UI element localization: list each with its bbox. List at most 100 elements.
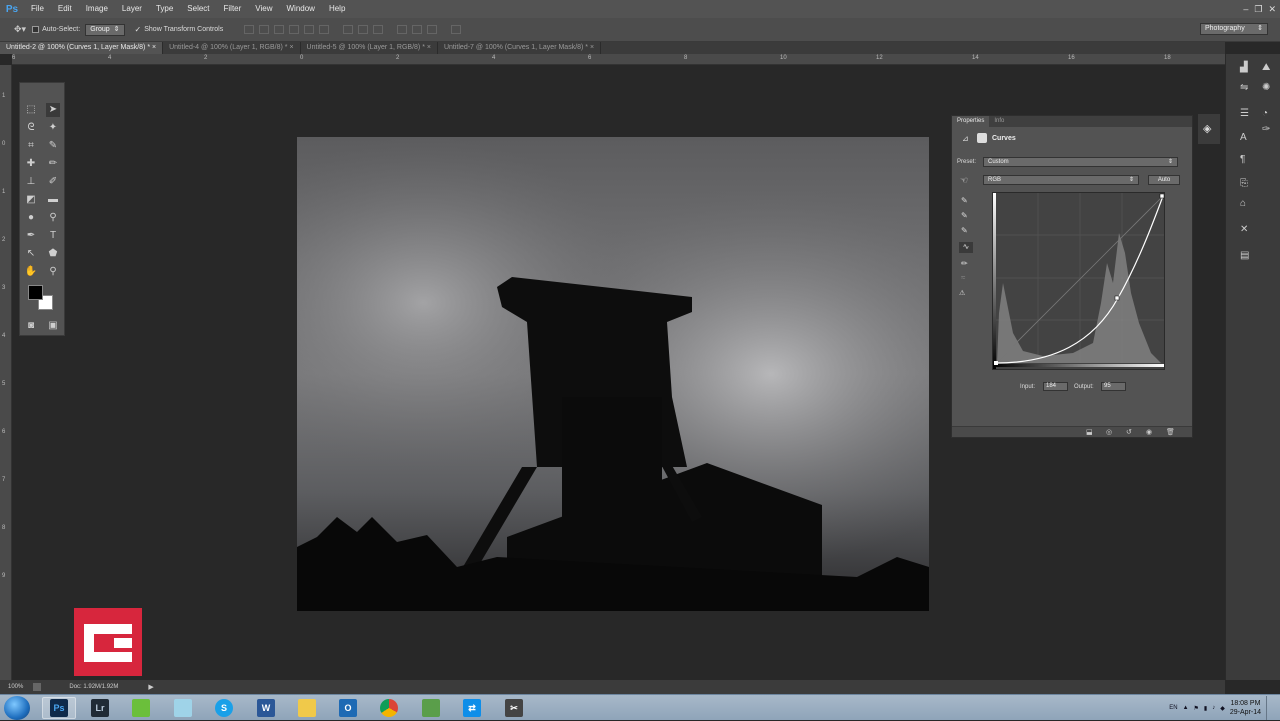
distribute-left-icon[interactable] — [397, 25, 408, 34]
paragraph-icon[interactable]: ¶ — [1240, 154, 1245, 165]
view-previous-icon[interactable]: ◎ — [1106, 428, 1112, 436]
align-right-icon[interactable] — [319, 25, 330, 34]
align-hcenter-icon[interactable] — [304, 25, 315, 34]
styles-icon[interactable]: ✺ — [1262, 82, 1270, 93]
pen-tool-icon[interactable]: ✒ — [24, 229, 38, 243]
distribute-top-icon[interactable] — [343, 25, 354, 34]
taskbar-evernote[interactable] — [124, 697, 158, 719]
targeted-adjustment-icon[interactable]: ☜ — [960, 175, 968, 186]
history-icon[interactable]: ☰ — [1240, 108, 1249, 119]
path-selection-icon[interactable]: ↖ — [24, 247, 38, 261]
menu-layer[interactable]: Layer — [115, 0, 149, 18]
windows-start-icon[interactable] — [4, 696, 30, 720]
screen-mode-icon[interactable]: ▣ — [46, 319, 60, 333]
black-point-eyedropper-icon[interactable]: ✎ — [961, 196, 968, 205]
brush-presets-icon[interactable]: ✑ — [1262, 124, 1270, 135]
auto-button[interactable]: Auto — [1148, 175, 1180, 185]
smooth-icon[interactable]: ≈ — [961, 273, 965, 282]
navigator-icon[interactable]: ⛰ — [1262, 62, 1270, 73]
tab-properties[interactable]: Properties — [952, 116, 990, 127]
close-icon[interactable]: × — [152, 44, 156, 51]
distribute-right-icon[interactable] — [427, 25, 438, 34]
shape-tool-icon[interactable]: ⬟ — [46, 247, 60, 261]
tray-dropbox-icon[interactable]: ◆ — [1220, 705, 1225, 712]
magic-wand-icon[interactable]: ✦ — [46, 121, 60, 135]
history-brush-icon[interactable]: ✐ — [46, 175, 60, 189]
channel-dropdown[interactable]: RGB ⇕ — [983, 175, 1139, 185]
hand-tool-icon[interactable]: ✋ — [24, 265, 38, 279]
vertical-ruler[interactable]: 1 0 1 2 3 4 5 6 7 8 9 — [0, 65, 12, 680]
adjustments-icon[interactable]: ⇋ — [1240, 82, 1248, 93]
tab-untitled-5[interactable]: Untitled-5 @ 100% (Layer 1, RGB/8) * × — [301, 42, 438, 54]
close-icon[interactable]: × — [590, 44, 594, 51]
close-icon[interactable]: × — [289, 44, 293, 51]
taskbar-app10[interactable] — [414, 697, 448, 719]
brush-tool-icon[interactable]: ✏ — [46, 157, 60, 171]
distribute-bottom-icon[interactable] — [373, 25, 384, 34]
taskbar-teamviewer[interactable]: ⇄ — [455, 697, 489, 719]
taskbar-word[interactable]: W — [249, 697, 283, 719]
close-icon[interactable]: × — [427, 44, 431, 51]
type-tool-icon[interactable]: T — [46, 229, 60, 243]
output-field[interactable]: 95 — [1101, 382, 1126, 391]
white-point-eyedropper-icon[interactable]: ✎ — [961, 226, 968, 235]
align-bottom-icon[interactable] — [274, 25, 285, 34]
healing-brush-icon[interactable]: ✚ — [24, 157, 38, 171]
marquee-tool-icon[interactable]: ⬚ — [24, 103, 38, 117]
align-top-icon[interactable] — [244, 25, 255, 34]
tab-untitled-4[interactable]: Untitled-4 @ 100% (Layer 1, RGB/8) * × — [163, 42, 301, 54]
tray-expand-icon[interactable]: ▲ — [1183, 705, 1189, 711]
taskbar-lightroom[interactable]: Lr — [83, 697, 117, 719]
curve-edit-points-icon[interactable]: ∿ — [959, 242, 973, 253]
pencil-draw-icon[interactable]: ✏ — [961, 259, 968, 268]
menu-window[interactable]: Window — [280, 0, 322, 18]
curves-graph[interactable] — [992, 192, 1165, 370]
taskbar-explorer[interactable] — [290, 697, 324, 719]
tool-presets-icon[interactable]: ⌂ — [1240, 198, 1246, 209]
clone-source-icon[interactable]: ⎘ — [1240, 178, 1248, 189]
menu-image[interactable]: Image — [79, 0, 115, 18]
menu-view[interactable]: View — [248, 0, 279, 18]
character-icon[interactable]: A — [1240, 132, 1247, 143]
gradient-tool-icon[interactable]: ▬ — [46, 193, 60, 207]
taskbar-app4[interactable] — [166, 697, 200, 719]
zoom-level[interactable]: 100% — [8, 684, 23, 690]
taskbar-outlook[interactable]: O — [331, 697, 365, 719]
histogram-icon[interactable]: ▟ — [1240, 62, 1248, 73]
reset-icon[interactable]: ↺ — [1126, 428, 1132, 436]
menu-edit[interactable]: Edit — [51, 0, 79, 18]
menu-filter[interactable]: Filter — [217, 0, 249, 18]
tray-flag-icon[interactable]: ⚑ — [1194, 705, 1199, 712]
show-desktop-button[interactable] — [1266, 696, 1276, 720]
input-field[interactable]: 184 — [1043, 382, 1068, 391]
tab-info[interactable]: Info — [989, 116, 1009, 127]
distribute-hcenter-icon[interactable] — [412, 25, 423, 34]
blur-tool-icon[interactable]: ● — [24, 211, 38, 225]
clip-to-layer-icon[interactable]: ⬓ — [1086, 428, 1093, 436]
foreground-color-swatch[interactable] — [28, 285, 43, 300]
preset-dropdown[interactable]: Custom ⇕ — [983, 157, 1178, 167]
close-icon[interactable]: ✕ — [1268, 4, 1276, 15]
layers-icon[interactable]: ◈ — [1203, 122, 1211, 135]
menu-select[interactable]: Select — [180, 0, 216, 18]
gray-point-eyedropper-icon[interactable]: ✎ — [961, 211, 968, 220]
taskbar-photoshop[interactable]: Ps — [42, 697, 76, 719]
auto-select-checkbox[interactable] — [32, 26, 40, 33]
lasso-tool-icon[interactable]: ᘓ — [24, 121, 38, 135]
minimize-icon[interactable]: – — [1243, 4, 1248, 14]
visibility-icon[interactable]: ◉ — [1146, 428, 1152, 436]
move-tool-icon[interactable]: ➤ — [46, 103, 60, 117]
distribute-vcenter-icon[interactable] — [358, 25, 369, 34]
align-vcenter-icon[interactable] — [259, 25, 270, 34]
menu-help[interactable]: Help — [322, 0, 352, 18]
measurement-icon[interactable]: ✕ — [1240, 224, 1248, 235]
dodge-tool-icon[interactable]: ⚲ — [46, 211, 60, 225]
clipping-warning-icon[interactable]: ⚠ — [959, 289, 965, 297]
layer-mask-icon[interactable] — [977, 133, 987, 143]
transform-controls-checkbox[interactable]: ✓ — [135, 25, 142, 34]
tray-volume-icon[interactable]: ♪ — [1212, 705, 1215, 711]
menu-type[interactable]: Type — [149, 0, 180, 18]
restore-icon[interactable]: ❐ — [1254, 4, 1262, 15]
horizontal-ruler[interactable]: 6 4 2 0 2 4 6 8 10 12 14 16 18 — [12, 54, 1225, 65]
notes-icon[interactable]: ▤ — [1240, 250, 1249, 261]
